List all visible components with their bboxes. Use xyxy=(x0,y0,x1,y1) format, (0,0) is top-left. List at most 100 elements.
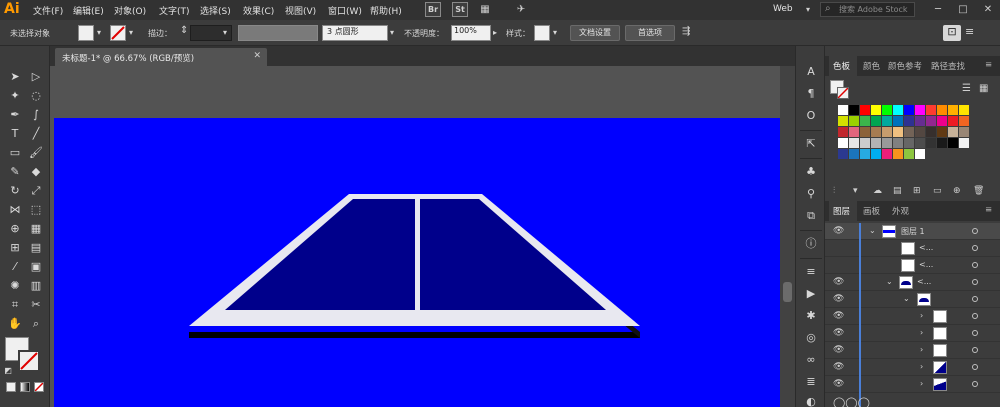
color-swatch[interactable] xyxy=(838,138,848,148)
visibility-eye-icon[interactable]: 👁 xyxy=(833,226,844,236)
menu-type[interactable]: 文字(T) xyxy=(159,4,190,17)
panel-menu-icon[interactable]: ≡ xyxy=(985,205,992,215)
chevron-down-icon[interactable]: ▾ xyxy=(223,28,227,37)
color-swatch[interactable] xyxy=(893,149,903,159)
color-swatch[interactable] xyxy=(860,105,870,115)
free-transform-tool-icon[interactable]: ⬚ xyxy=(27,201,45,219)
tab-layers[interactable]: 图层 xyxy=(833,205,850,217)
stroke-indicator[interactable] xyxy=(837,87,849,99)
panel-menu-icon[interactable]: ⊡ xyxy=(943,25,961,41)
color-swatch[interactable] xyxy=(915,127,925,137)
menu-edit[interactable]: 编辑(E) xyxy=(73,4,104,17)
color-swatch[interactable] xyxy=(871,127,881,137)
opentype-icon[interactable]: O xyxy=(802,108,820,124)
stroke-color-swatch[interactable] xyxy=(110,25,126,41)
target-circle-icon[interactable] xyxy=(972,279,978,285)
layer-name[interactable]: <... xyxy=(917,277,931,286)
color-swatch[interactable] xyxy=(882,138,892,148)
document-tab[interactable]: 未标题-1* @ 66.67% (RGB/预览) ✕ xyxy=(55,48,267,66)
none-mode-icon[interactable] xyxy=(34,382,44,392)
character-icon[interactable]: A xyxy=(802,64,820,80)
type-tool-icon[interactable]: T xyxy=(6,125,24,143)
variable-width-profile[interactable] xyxy=(238,25,318,41)
color-swatch[interactable] xyxy=(959,105,969,115)
color-swatch[interactable] xyxy=(838,127,848,137)
color-swatch[interactable] xyxy=(871,149,881,159)
scrollbar-thumb[interactable] xyxy=(783,282,792,302)
document-setup-button[interactable]: 文档设置 xyxy=(570,25,620,41)
color-swatch[interactable] xyxy=(871,105,881,115)
color-swatch[interactable] xyxy=(860,149,870,159)
chevron-down-icon[interactable]: ⌄ xyxy=(886,277,893,286)
chevron-down-icon[interactable]: ⌄ xyxy=(869,226,876,235)
new-swatch-icon[interactable]: ⊕ xyxy=(953,186,961,196)
color-swatch[interactable] xyxy=(959,127,969,137)
color-swatch[interactable] xyxy=(926,127,936,137)
close-icon[interactable]: ✕ xyxy=(253,51,261,61)
paragraph-icon[interactable]: ¶ xyxy=(802,86,820,102)
color-swatch[interactable] xyxy=(915,116,925,126)
color-swatch[interactable] xyxy=(948,105,958,115)
court-left-half[interactable] xyxy=(225,199,415,310)
chevron-down-icon[interactable]: ⌄ xyxy=(903,294,910,303)
stroke-color-box[interactable] xyxy=(18,350,40,372)
color-swatch[interactable] xyxy=(893,138,903,148)
color-swatch[interactable] xyxy=(948,127,958,137)
layer-row[interactable]: 👁 › xyxy=(825,325,1000,342)
trash-icon[interactable]: 🗑 xyxy=(973,186,984,196)
workspace-switcher[interactable]: Web xyxy=(773,4,793,14)
color-swatch[interactable] xyxy=(838,116,848,126)
menu-window[interactable]: 窗口(W) xyxy=(328,4,362,17)
color-swatch[interactable] xyxy=(871,116,881,126)
line-tool-icon[interactable]: ╱ xyxy=(27,125,45,143)
court-artwork[interactable] xyxy=(54,118,785,407)
layer-row[interactable]: 👁 › xyxy=(825,308,1000,325)
menu-select[interactable]: 选择(S) xyxy=(200,4,231,17)
graphic-style-swatch[interactable] xyxy=(534,25,550,41)
target-circle-icon[interactable] xyxy=(972,364,978,370)
chevron-right-icon[interactable]: › xyxy=(920,345,923,354)
close-icon[interactable]: ✕ xyxy=(980,2,996,17)
chevron-right-icon[interactable]: › xyxy=(920,362,923,371)
gear-icon[interactable]: ✱ xyxy=(802,308,820,324)
target-circle-icon[interactable] xyxy=(972,296,978,302)
gpu-performance-icon[interactable]: ✈ xyxy=(513,2,529,17)
target-circle-icon[interactable] xyxy=(972,313,978,319)
color-swatch[interactable] xyxy=(904,105,914,115)
tab-pathfinder[interactable]: 路径查找 xyxy=(931,60,965,72)
fill-color-swatch[interactable] xyxy=(78,25,94,41)
court-right-half[interactable] xyxy=(420,199,606,310)
export-icon[interactable]: ⇱ xyxy=(802,136,820,152)
chevron-down-icon[interactable]: ▾ xyxy=(129,28,133,37)
color-swatch[interactable] xyxy=(882,127,892,137)
artboard[interactable] xyxy=(54,118,785,407)
color-swatch[interactable] xyxy=(904,116,914,126)
color-swatch[interactable] xyxy=(915,149,925,159)
stock-search-input[interactable]: ⌕ 搜索 Adobe Stock xyxy=(820,2,915,17)
blend-tool-icon[interactable]: ▣ xyxy=(27,258,45,276)
gradient-tool-icon[interactable]: ▤ xyxy=(27,239,45,257)
layer-row[interactable]: ◯◯◯ xyxy=(825,393,1000,407)
chevron-down-icon[interactable]: ▾ xyxy=(800,2,816,17)
color-swatch[interactable] xyxy=(838,149,848,159)
opacity-input[interactable]: 100% xyxy=(451,25,491,41)
rectangle-tool-icon[interactable]: ▭ xyxy=(6,144,24,162)
color-swatch[interactable] xyxy=(937,127,947,137)
layer-row[interactable]: 👁 › xyxy=(825,342,1000,359)
layer-row[interactable]: 👁 ⌄ <... xyxy=(825,274,1000,291)
visibility-eye-icon[interactable]: 👁 xyxy=(833,311,844,321)
chevron-right-icon[interactable]: › xyxy=(920,328,923,337)
color-swatch[interactable] xyxy=(959,138,969,148)
symbol-sprayer-tool-icon[interactable]: ✺ xyxy=(6,277,24,295)
artboard-tool-icon[interactable]: ⌗ xyxy=(6,296,24,314)
tab-color-guide[interactable]: 颜色参考 xyxy=(888,60,922,72)
appearance-icon[interactable]: ◎ xyxy=(802,330,820,346)
color-swatch[interactable] xyxy=(860,116,870,126)
color-swatch[interactable] xyxy=(882,116,892,126)
zoom-tool-icon[interactable]: ⌕ xyxy=(27,315,45,333)
color-swatch[interactable] xyxy=(904,138,914,148)
color-swatch[interactable] xyxy=(915,105,925,115)
target-circle-icon[interactable] xyxy=(972,262,978,268)
color-swatch[interactable] xyxy=(849,149,859,159)
color-swatch[interactable] xyxy=(937,138,947,148)
